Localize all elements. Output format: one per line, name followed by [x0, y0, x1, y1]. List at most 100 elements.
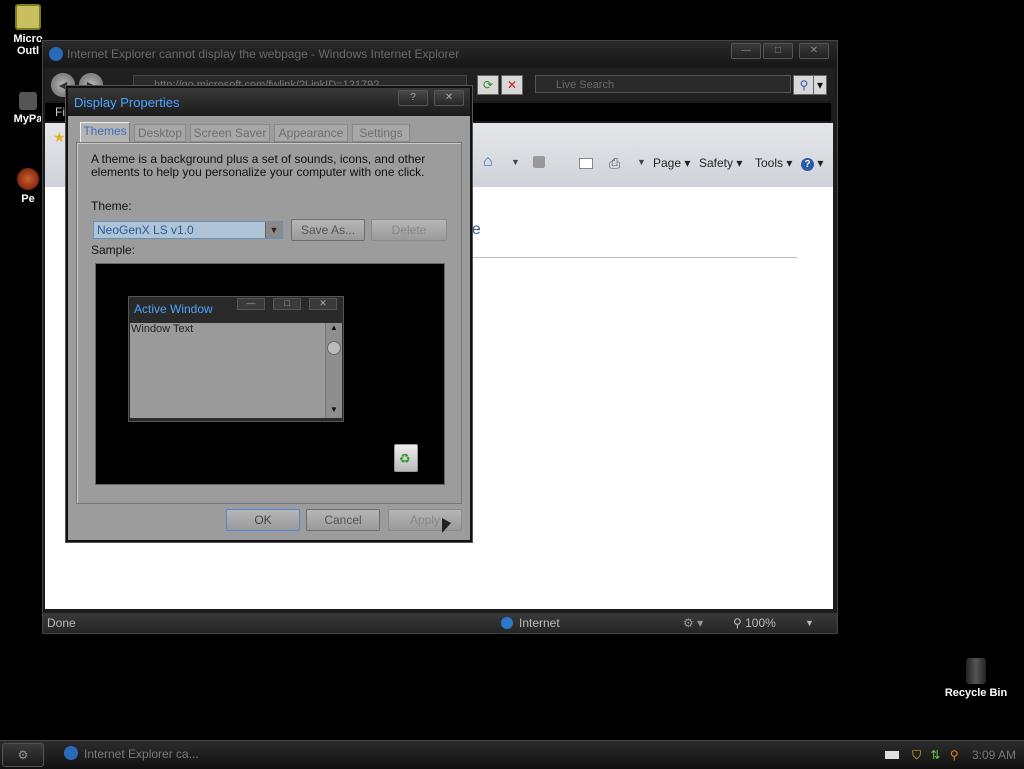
- theme-select[interactable]: NeoGenX LS v1.0 ▼: [93, 221, 283, 239]
- dialog-title: Display Properties: [74, 95, 180, 110]
- refresh-button[interactable]: ⟳: [477, 75, 499, 95]
- display-properties-dialog: Display Properties ? ✕ Themes Desktop Sc…: [66, 86, 472, 542]
- page-menu-label: Page: [653, 156, 682, 170]
- close-button[interactable]: ✕: [799, 43, 829, 59]
- search-options-button[interactable]: ▾: [813, 75, 827, 95]
- tab-themes[interactable]: Themes: [80, 122, 130, 143]
- scroll-thumb: [327, 341, 341, 355]
- ok-button[interactable]: OK: [226, 509, 300, 531]
- help-icon: ?: [801, 158, 814, 171]
- theme-sample-preview: Active Window — □ ✕ Window Text ▲ ▼ ♻: [95, 263, 445, 485]
- taskbar-item-ie[interactable]: Internet Explorer ca...: [60, 743, 210, 765]
- trash-can-icon: [966, 658, 986, 684]
- tab-appearance[interactable]: Appearance: [274, 124, 348, 142]
- ie-logo-icon: [49, 47, 63, 61]
- recycle-bin-icon: ♻: [394, 444, 418, 472]
- sample-maximize-icon: □: [273, 298, 301, 310]
- desktop-icon-label: Recycle Bin: [944, 687, 1008, 699]
- save-as-label: Save As...: [300, 223, 356, 237]
- scroll-up-icon: ▲: [330, 323, 338, 332]
- desktop-icon-recycle-bin[interactable]: Recycle Bin: [940, 658, 1012, 699]
- minimize-button[interactable]: —: [731, 43, 761, 59]
- globe-icon: [501, 617, 513, 629]
- shield-icon[interactable]: ⛉: [912, 748, 921, 762]
- zoom-control[interactable]: ⚲ 100%: [733, 613, 776, 633]
- recycle-arrows-icon: ♻: [399, 451, 411, 466]
- status-text: Done: [47, 616, 76, 630]
- sample-scrollbar: ▲ ▼: [325, 323, 342, 418]
- taskbar: ⚙ Internet Explorer ca... ⛉ ⇅ ⚲ 3:09 AM: [0, 740, 1024, 769]
- theme-select-value: NeoGenX LS v1.0: [97, 223, 194, 237]
- ie-title-bar[interactable]: Internet Explorer cannot display the web…: [43, 41, 837, 67]
- desktop-icon-label: Pe: [21, 193, 35, 205]
- sample-minimize-icon: —: [237, 298, 265, 310]
- dialog-title-bar[interactable]: Display Properties ? ✕: [68, 88, 470, 116]
- zoom-level: 100%: [745, 616, 776, 630]
- theme-label: Theme:: [91, 199, 132, 213]
- home-dropdown-icon[interactable]: ▼: [511, 157, 520, 167]
- sample-window-text: Window Text: [131, 323, 194, 335]
- maximize-button[interactable]: □: [763, 43, 793, 59]
- search-button[interactable]: ⚲: [793, 75, 815, 95]
- mouse-cursor-icon: [442, 518, 451, 533]
- desktop-icon-label: MyPa: [13, 113, 43, 125]
- zone-text: Internet: [519, 616, 560, 630]
- search-icon[interactable]: ⚲: [950, 748, 959, 762]
- tools-menu-label: Tools: [755, 156, 784, 170]
- tools-menu[interactable]: Tools ▾: [755, 156, 792, 170]
- ok-label: OK: [254, 513, 272, 527]
- protected-mode-icon[interactable]: ⚙ ▾: [683, 613, 703, 633]
- tab-label: Screen Saver: [193, 126, 267, 140]
- ie-window-title: Internet Explorer cannot display the web…: [67, 47, 460, 61]
- sample-window-body: Window Text: [130, 323, 325, 418]
- tab-desktop[interactable]: Desktop: [134, 124, 186, 142]
- themes-panel: A theme is a background plus a set of so…: [76, 142, 462, 504]
- system-tray: ⛉ ⇅ ⚲ 3:09 AM: [884, 744, 1016, 766]
- tab-label: Settings: [359, 126, 403, 140]
- mypage-icon: [19, 92, 37, 110]
- pe-icon: [17, 168, 39, 190]
- dialog-close-button[interactable]: ✕: [434, 90, 464, 106]
- network-icon[interactable]: ⇅: [930, 748, 940, 762]
- print-dropdown-icon[interactable]: ▼: [637, 157, 646, 167]
- sample-window-title: Active Window: [134, 302, 213, 316]
- clock[interactable]: 3:09 AM: [972, 748, 1016, 762]
- desktop-icon-label: Micro Outl: [13, 33, 43, 57]
- sample-label: Sample:: [91, 243, 136, 257]
- favorites-star-icon[interactable]: ★: [53, 129, 66, 146]
- delete-button[interactable]: Delete: [371, 219, 447, 241]
- apply-label: Apply: [409, 513, 441, 527]
- tab-settings[interactable]: Settings: [352, 124, 410, 142]
- save-as-button[interactable]: Save As...: [291, 219, 365, 241]
- tab-label: Desktop: [137, 126, 183, 140]
- zoom-dropdown-icon[interactable]: ▼: [805, 613, 814, 633]
- safety-menu[interactable]: Safety ▾: [699, 156, 742, 170]
- sample-active-window: Active Window — □ ✕ Window Text ▲ ▼: [128, 296, 344, 422]
- print-icon[interactable]: ⎙: [609, 155, 620, 172]
- mail-icon[interactable]: [579, 158, 593, 169]
- search-placeholder: Live Search: [556, 79, 615, 91]
- home-icon[interactable]: ⌂: [483, 153, 493, 171]
- tab-screen-saver[interactable]: Screen Saver: [190, 124, 270, 142]
- tab-label: Themes: [83, 124, 127, 138]
- taskbar-item-label: Internet Explorer ca...: [84, 747, 199, 761]
- status-bar: Done Internet ⚙ ▾ ⚲ 100% ▼: [43, 613, 837, 633]
- feeds-icon[interactable]: [533, 156, 545, 168]
- tab-label: Appearance: [278, 126, 344, 140]
- sample-close-icon: ✕: [309, 298, 337, 310]
- ie-logo-icon: [64, 746, 78, 760]
- delete-label: Delete: [391, 223, 427, 237]
- heading-divider: [463, 257, 797, 258]
- stop-button[interactable]: ✕: [501, 75, 523, 95]
- help-menu[interactable]: ? ▾: [801, 156, 823, 171]
- cancel-label: Cancel: [324, 513, 362, 527]
- search-input[interactable]: Live Search: [535, 75, 791, 93]
- start-button[interactable]: ⚙: [2, 743, 44, 767]
- scroll-down-icon: ▼: [330, 405, 338, 414]
- keyboard-icon[interactable]: [884, 751, 899, 759]
- cancel-button[interactable]: Cancel: [306, 509, 380, 531]
- help-button[interactable]: ?: [398, 90, 428, 106]
- page-menu[interactable]: Page ▾: [653, 156, 690, 170]
- outlook-icon: [15, 4, 41, 30]
- chevron-down-icon[interactable]: ▼: [265, 222, 282, 238]
